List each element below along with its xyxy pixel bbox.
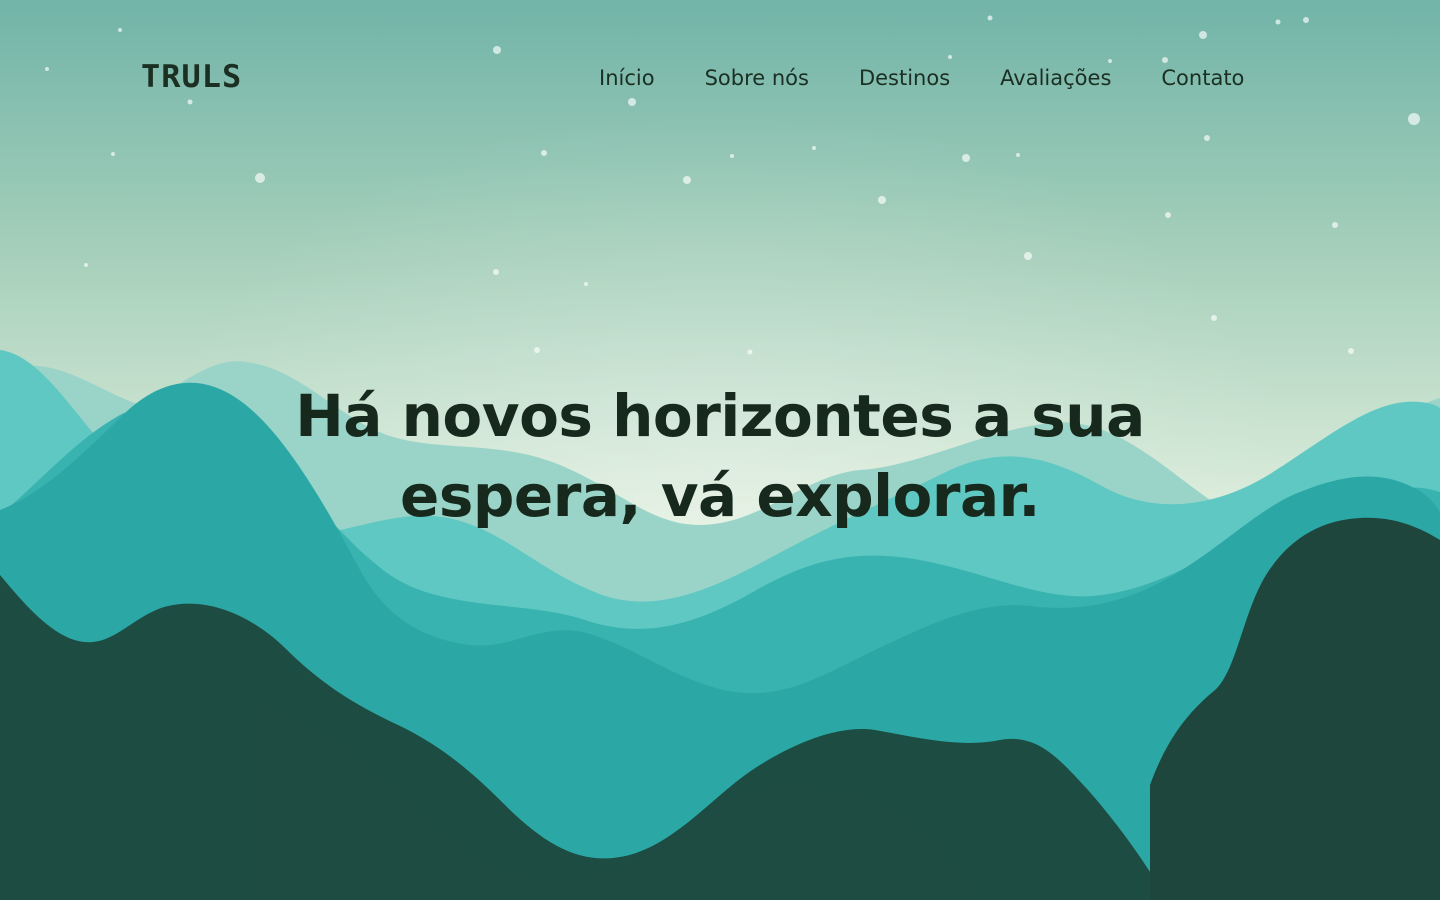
nav-item-inicio[interactable]: Início	[599, 63, 655, 93]
star	[1348, 348, 1354, 354]
main-navigation: Início Sobre nós Destinos Avaliações Con…	[599, 62, 1244, 94]
nav-item-avaliacoes[interactable]: Avaliações	[1000, 63, 1111, 93]
nav-item-sobre-nos[interactable]: Sobre nós	[705, 63, 809, 93]
star	[255, 173, 265, 183]
hero-section: TRULS Início Sobre nós Destinos Avaliaçõ…	[0, 0, 1440, 900]
hero-copy: Há novos horizontes a sua espera, vá exp…	[260, 376, 1180, 536]
star	[1024, 252, 1032, 260]
star	[1332, 222, 1338, 228]
star	[493, 269, 499, 275]
star	[84, 263, 88, 267]
nav-item-destinos[interactable]: Destinos	[859, 63, 950, 93]
hero-headline: Há novos horizontes a sua espera, vá exp…	[295, 382, 1145, 530]
star	[878, 196, 886, 204]
nav-item-contato[interactable]: Contato	[1161, 63, 1244, 93]
star	[683, 176, 691, 184]
star	[534, 347, 540, 353]
star	[747, 349, 753, 355]
site-header: TRULS Início Sobre nós Destinos Avaliaçõ…	[0, 0, 1440, 160]
star	[584, 282, 588, 286]
star	[1211, 315, 1217, 321]
star	[1165, 212, 1171, 218]
logo[interactable]: TRULS	[141, 58, 242, 96]
